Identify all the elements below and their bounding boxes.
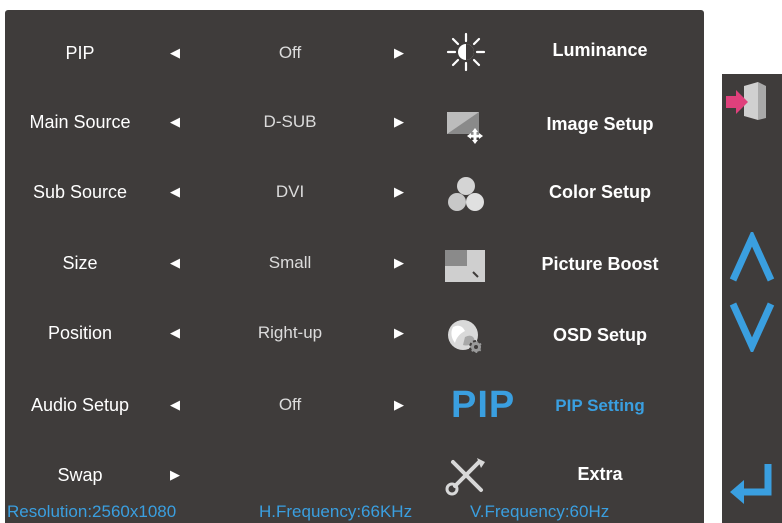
setting-row-audio-setup[interactable]: Audio Setup ◀ Off ▶ [5,385,435,425]
menu-label: Color Setup [549,182,651,202]
brightness-icon [446,32,486,72]
setting-row-main-source[interactable]: Main Source ◀ D-SUB ▶ [5,102,435,142]
left-arrow-icon[interactable]: ◀ [167,102,183,142]
menu-item-color-setup[interactable]: Color Setup [435,170,704,220]
left-arrow-icon[interactable]: ◀ [167,33,183,73]
left-arrow-icon[interactable]: ◀ [167,313,183,353]
setting-value: Off [278,395,302,414]
menu-label: PIP Setting [555,396,645,415]
right-arrow-icon[interactable]: ▶ [391,172,407,212]
setting-value: DVI [275,182,305,201]
exit-icon[interactable] [722,80,782,124]
image-setup-icon [447,112,483,144]
setting-row-size[interactable]: Size ◀ Small ▶ [5,243,435,283]
setting-row-pip[interactable]: PIP ◀ Off ▶ [5,33,435,73]
menu-label: Image Setup [546,114,654,134]
color-setup-icon [448,177,484,211]
right-arrow-icon[interactable]: ▶ [167,455,183,495]
side-button-bar [722,74,782,523]
right-arrow-icon[interactable]: ▶ [391,313,407,353]
setting-row-position[interactable]: Position ◀ Right-up ▶ [5,313,435,353]
left-arrow-icon[interactable]: ◀ [167,172,183,212]
menu-item-luminance[interactable]: Luminance [435,28,704,78]
menu-item-pip-setting[interactable]: PIP PIP Setting [435,384,704,434]
setting-row-sub-source[interactable]: Sub Source ◀ DVI ▶ [5,172,435,212]
setting-value: Small [268,253,312,272]
setting-label: Swap [57,465,103,485]
setting-label: Position [47,323,113,343]
setting-label: Audio Setup [30,395,130,415]
main-menu: Luminance Image Setup Color Setup Pictur… [435,10,704,523]
h-frequency-readout: H.Frequency:66KHz [259,502,413,521]
down-arrow-icon[interactable] [722,300,782,352]
menu-item-image-setup[interactable]: Image Setup [435,102,704,152]
v-frequency-readout: V.Frequency:60Hz [470,502,610,521]
setting-label: Size [62,253,98,273]
menu-item-extra[interactable]: Extra [435,452,704,502]
pip-settings-list: PIP ◀ Off ▶ Main Source ◀ D-SUB ▶ Sub So… [5,10,435,523]
right-arrow-icon[interactable]: ▶ [391,385,407,425]
osd-setup-icon [448,320,483,354]
right-arrow-icon[interactable]: ▶ [391,33,407,73]
up-arrow-icon[interactable] [722,232,782,284]
enter-icon[interactable] [722,460,782,510]
extra-tools-icon [445,458,485,496]
setting-label: Main Source [29,112,131,132]
setting-label: Sub Source [32,182,128,202]
menu-label: Luminance [552,40,648,60]
setting-row-swap[interactable]: Swap ▶ [5,455,435,495]
right-arrow-icon[interactable]: ▶ [391,102,407,142]
menu-label: Extra [577,464,623,484]
status-bar: Resolution:2560x1080 H.Frequency:66KHz V… [5,500,704,523]
setting-value: Off [278,43,302,62]
setting-label: PIP [65,43,95,63]
osd-panel: PIP ◀ Off ▶ Main Source ◀ D-SUB ▶ Sub So… [5,10,704,523]
left-arrow-icon[interactable]: ◀ [167,385,183,425]
setting-value: Right-up [257,323,323,342]
menu-item-osd-setup[interactable]: OSD Setup [435,313,704,363]
menu-item-picture-boost[interactable]: Picture Boost [435,242,704,292]
setting-value: D-SUB [263,112,317,131]
right-arrow-icon[interactable]: ▶ [391,243,407,283]
left-arrow-icon[interactable]: ◀ [167,243,183,283]
picture-boost-icon [445,250,485,282]
menu-label: Picture Boost [541,254,659,274]
menu-label: OSD Setup [552,325,647,345]
resolution-readout: Resolution:2560x1080 [7,502,177,521]
